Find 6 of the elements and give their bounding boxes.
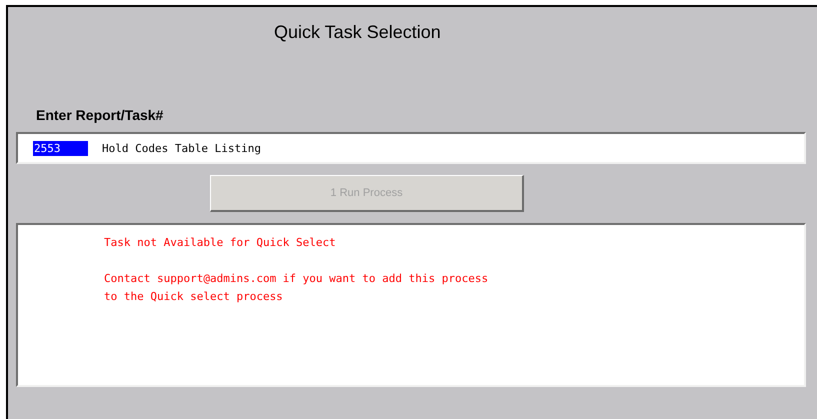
error-message: Contact support@admins.com if you want to add this process to the Quick select process <box>104 271 488 305</box>
error-message: Task not Available for Quick Select <box>104 235 336 251</box>
task-number-field[interactable]: 2553 <box>33 140 88 156</box>
window-title: Quick Task Selection <box>274 22 441 43</box>
task-description: Hold Codes Table Listing <box>102 142 261 154</box>
field-label: Enter Report/Task# <box>36 107 164 123</box>
